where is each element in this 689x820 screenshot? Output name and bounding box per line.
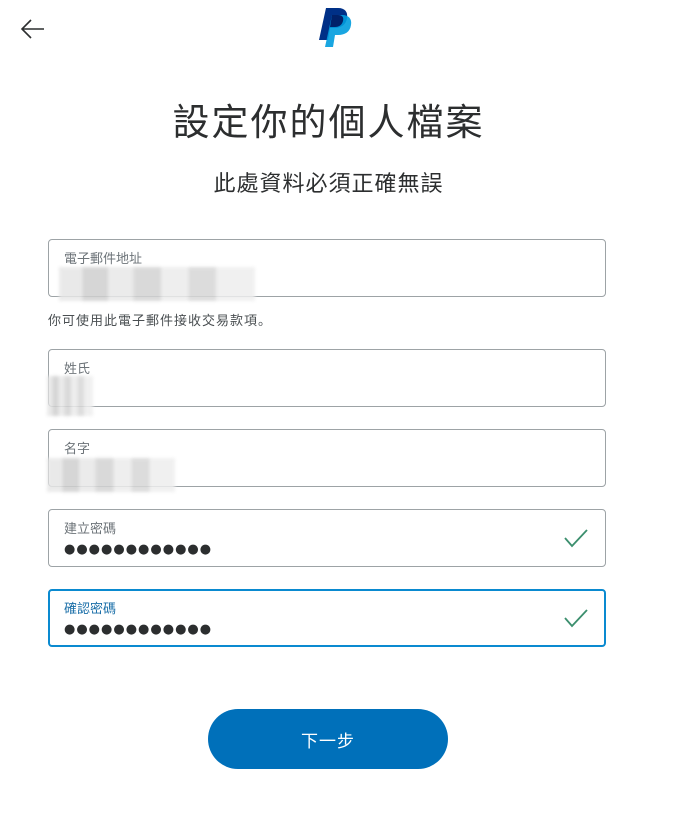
create-password-field[interactable]: 建立密碼 ●●●●●●●●●●●● xyxy=(48,509,606,567)
create-password-field-label: 建立密碼 xyxy=(64,522,117,537)
first-name-field[interactable]: 名字 xyxy=(47,429,606,492)
next-button[interactable]: 下一步 xyxy=(208,709,448,769)
first-name-field-label: 名字 xyxy=(64,442,91,457)
confirm-password-field[interactable]: 確認密碼 ●●●●●●●●●●●● xyxy=(48,589,606,647)
redacted-last-name xyxy=(47,376,93,416)
confirm-password-field-label: 確認密碼 xyxy=(64,602,117,617)
redacted-first-name xyxy=(47,458,175,492)
email-helper-text: 你可使用此電子郵件接收交易款項。 xyxy=(48,314,273,329)
create-password-field-value: ●●●●●●●●●●●● xyxy=(64,542,213,557)
back-button[interactable] xyxy=(18,14,48,44)
confirm-password-field-value: ●●●●●●●●●●●● xyxy=(64,622,213,637)
paypal-logo-icon xyxy=(319,8,352,47)
last-name-field-label: 姓氏 xyxy=(64,362,91,377)
redacted-email xyxy=(59,267,255,301)
email-field-label: 電子郵件地址 xyxy=(64,252,143,267)
page-title: 設定你的個人檔案 xyxy=(172,101,485,144)
paypal-logo xyxy=(316,6,354,48)
email-field[interactable]: 電子郵件地址 xyxy=(48,239,606,301)
page-subtitle: 此處資料必須正確無誤 xyxy=(213,172,444,197)
last-name-field[interactable]: 姓氏 xyxy=(47,349,606,416)
checkmark-icon xyxy=(564,609,588,628)
checkmark-icon xyxy=(564,529,588,548)
arrow-left-icon xyxy=(20,19,44,39)
